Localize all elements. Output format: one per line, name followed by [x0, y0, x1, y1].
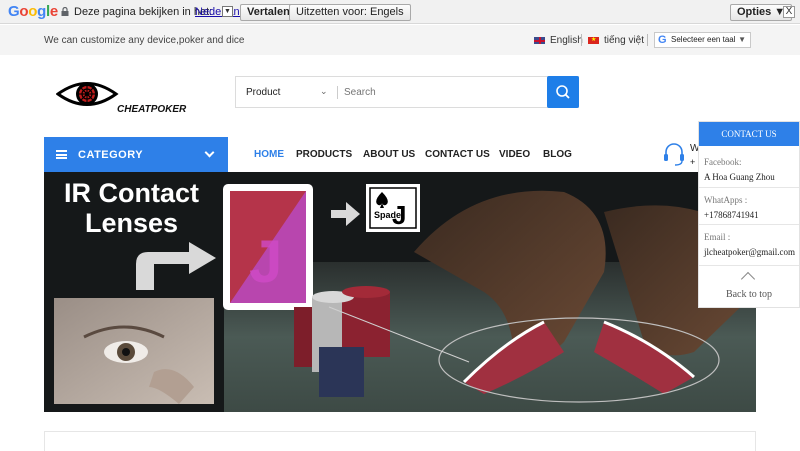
lang-english-link[interactable]: English: [534, 35, 583, 46]
svg-text:J: J: [249, 228, 282, 295]
divider: [581, 34, 582, 46]
email-value[interactable]: jlcheatpoker@gmail.com: [704, 247, 795, 257]
nav-home[interactable]: HOME: [254, 149, 284, 160]
search-icon: [556, 85, 570, 99]
category-menu-button[interactable]: CATEGORY: [44, 137, 228, 172]
chevron-down-icon: [204, 147, 215, 158]
lang-vietnamese-label: tiếng việt: [604, 35, 645, 46]
headset-icon: [664, 143, 684, 166]
hamburger-icon: [56, 150, 67, 159]
divider: [699, 224, 799, 225]
spade-label: Spade: [374, 210, 402, 220]
translate-bar: Google Deze pagina bekijken in het: Nede…: [0, 0, 800, 24]
never-translate-button[interactable]: Uitzetten voor: Engels: [289, 4, 411, 21]
back-to-top-button[interactable]: Back to top: [699, 289, 799, 300]
chevron-up-icon[interactable]: [740, 271, 756, 287]
google-logo: Google: [8, 3, 58, 20]
google-language-select[interactable]: G Selecteer een taal ▼: [654, 32, 751, 48]
lang-vietnamese-link[interactable]: tiếng việt: [588, 35, 644, 46]
google-select-label: Selecteer een taal: [671, 35, 736, 44]
nav-products[interactable]: PRODUCTS: [296, 149, 352, 160]
close-icon[interactable]: X: [783, 6, 795, 18]
whatsapp-value[interactable]: +17868741941: [704, 210, 759, 220]
divider: [647, 34, 648, 46]
logo-text: CHEATPOKER: [117, 104, 187, 115]
nav-contact-us[interactable]: CONTACT US: [425, 149, 490, 160]
lang-english-label: English: [550, 35, 583, 46]
banner-title: IR Contact Lenses: [64, 178, 199, 238]
vietnam-flag-icon: [588, 36, 599, 44]
search-input[interactable]: [344, 81, 544, 103]
chevron-down-icon: ▼: [738, 35, 746, 44]
google-g-icon: G: [658, 34, 667, 46]
nav-blog[interactable]: BLOG: [543, 149, 572, 160]
banner-title-line2: Lenses: [84, 208, 179, 238]
lock-icon: [61, 7, 69, 16]
search-category-select[interactable]: Product: [246, 87, 280, 98]
whatsapp-number-partial: +: [690, 157, 696, 167]
divider: [337, 86, 338, 99]
nav-about-us[interactable]: ABOUT US: [363, 149, 415, 160]
email-label: Email :: [704, 232, 731, 242]
translate-prompt: Deze pagina bekijken in het:: [74, 6, 213, 18]
whatsapp-label: WhatApps :: [704, 195, 748, 205]
hero-banner[interactable]: J J IR Contact Lenses Spade: [44, 172, 756, 412]
search-bar: Product ⌄: [235, 76, 579, 108]
search-button[interactable]: [547, 76, 579, 108]
uk-flag-icon: [534, 37, 545, 44]
facebook-value[interactable]: A Hoa Guang Zhou: [704, 172, 775, 182]
nav-video[interactable]: VIDEO: [499, 149, 530, 160]
facebook-label: Facebook:: [704, 157, 742, 167]
language-dropdown-icon[interactable]: ▼: [222, 6, 233, 17]
contact-header[interactable]: CONTACT US: [699, 122, 799, 146]
contact-widget: CONTACT US Facebook: A Hoa Guang Zhou Wh…: [698, 121, 800, 308]
tagline: We can customize any device,poker and di…: [44, 35, 245, 46]
content-box: [44, 431, 756, 451]
chevron-down-icon[interactable]: ⌄: [320, 86, 328, 97]
category-label: CATEGORY: [78, 149, 144, 161]
site-logo[interactable]: CHEATPOKER: [56, 77, 191, 115]
divider: [699, 265, 799, 266]
divider: [699, 187, 799, 188]
banner-title-line1: IR Contact: [64, 178, 199, 208]
